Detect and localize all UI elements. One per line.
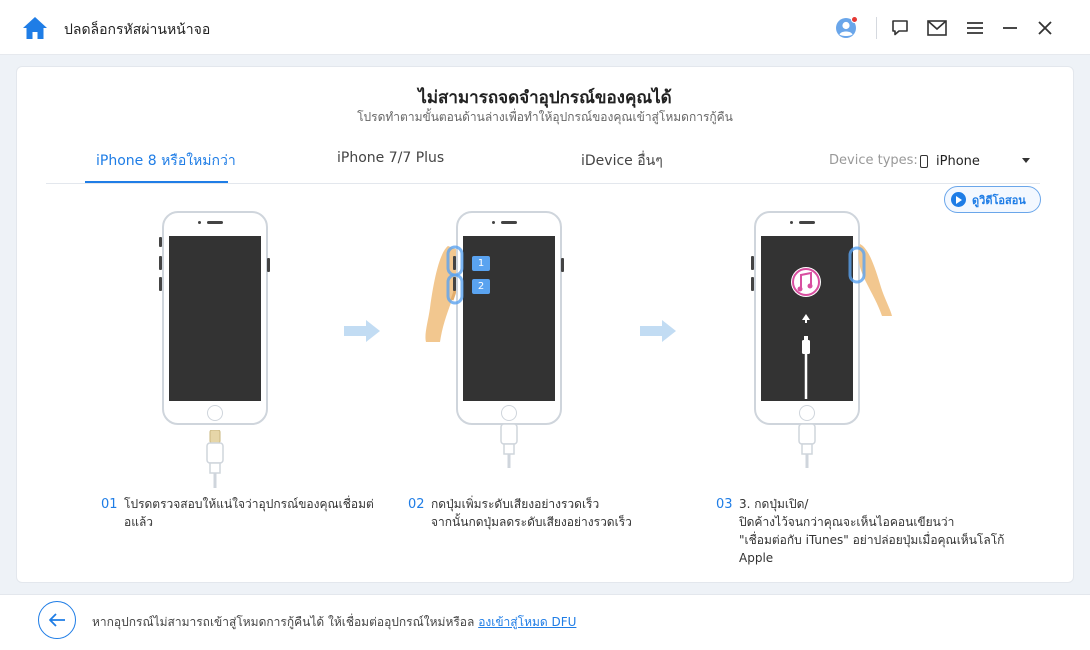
tab-iphone-7[interactable]: iPhone 7/7 Plus (337, 150, 444, 166)
chevron-down-icon (1022, 158, 1030, 163)
device-type-dropdown[interactable]: iPhone (920, 150, 1034, 172)
phone-icon (920, 154, 928, 168)
volume-up-button (159, 256, 162, 270)
notification-dot (851, 16, 858, 23)
menu-icon[interactable] (964, 17, 986, 39)
device-type-value: iPhone (936, 153, 980, 169)
app-title: ปลดล็อกรหัสผ่านหน้าจอ (64, 22, 211, 38)
play-icon (951, 192, 966, 207)
title-bar: ปลดล็อกรหัสผ่านหน้าจอ (0, 0, 1090, 55)
phone-screen (169, 236, 261, 401)
connect-to-itunes-screen (791, 267, 821, 399)
page-title: ไม่สามารถจดจำอุปกรณ์ของคุณได้ (418, 88, 672, 108)
step-2-number: 02 (408, 497, 425, 512)
step-3-number: 03 (716, 497, 733, 512)
step-1-number: 01 (101, 497, 118, 512)
arrow-left-icon (49, 613, 65, 627)
phone-home-button (799, 405, 815, 421)
phone-home-button (501, 405, 517, 421)
volume-press-highlight (446, 245, 464, 305)
device-types-label: Device types: (829, 153, 918, 168)
lightning-cable-illustration (206, 430, 224, 488)
phone-home-button (207, 405, 223, 421)
close-icon[interactable] (1034, 17, 1056, 39)
mail-icon[interactable] (926, 17, 948, 39)
feedback-icon[interactable] (889, 17, 911, 39)
arrow-right-icon (640, 320, 676, 342)
volume-up-button (751, 256, 754, 270)
page-subtitle: โปรดทำตามขั้นตอนด้านล่างเพื่อทำให้อุปกรณ… (357, 110, 733, 124)
tab-other-idevice[interactable]: iDevice อื่นๆ (581, 150, 663, 172)
step-badge-1: 1 (472, 256, 490, 271)
tab-iphone-8-or-later[interactable]: iPhone 8 หรือใหม่กว่า (96, 150, 236, 172)
watch-video-label: ดูวิดีโอสอน (972, 193, 1026, 207)
tabs-divider (46, 183, 1040, 184)
active-tab-indicator (85, 181, 228, 183)
watch-video-button[interactable]: ดูวิดีโอสอน (944, 186, 1041, 213)
enter-dfu-mode-link[interactable]: องเข้าสู่โหมด DFU (478, 615, 576, 629)
titlebar-divider (876, 17, 877, 39)
back-button[interactable] (38, 601, 76, 639)
connected-cable-illustration (500, 423, 518, 468)
arrow-right-icon (344, 320, 380, 342)
step-3-instructions: 3. กดปุ่มเปิด/ ปิดค้างไว้จนกว่าคุณจะเห็น… (739, 497, 1005, 565)
side-button (159, 237, 162, 247)
step1-phone-illustration (162, 211, 268, 425)
step-badge-2: 2 (472, 279, 490, 294)
footer-hint: หากอุปกรณ์ไม่สามารถเข้าสู่โหมดการกู้คืนไ… (92, 613, 576, 632)
footer-hint-text: หากอุปกรณ์ไม่สามารถเข้าสู่โหมดการกู้คืนไ… (92, 615, 475, 629)
power-button (267, 258, 270, 272)
connected-cable-illustration (798, 423, 816, 468)
volume-down-button (159, 277, 162, 291)
avatar-icon[interactable] (835, 16, 858, 39)
minimize-icon[interactable] (999, 17, 1021, 39)
step-1-instructions: โปรดตรวจสอบให้แน่ใจว่าอุปกรณ์ของคุณเชื่อ… (124, 497, 374, 529)
volume-down-button (751, 277, 754, 291)
home-icon[interactable] (22, 16, 48, 40)
step2-phone-illustration (456, 211, 562, 425)
power-button (561, 258, 564, 272)
step-2-instructions: กดปุ่มเพิ่มระดับเสียงอย่างรวดเร็ว จากนั้… (431, 497, 632, 529)
